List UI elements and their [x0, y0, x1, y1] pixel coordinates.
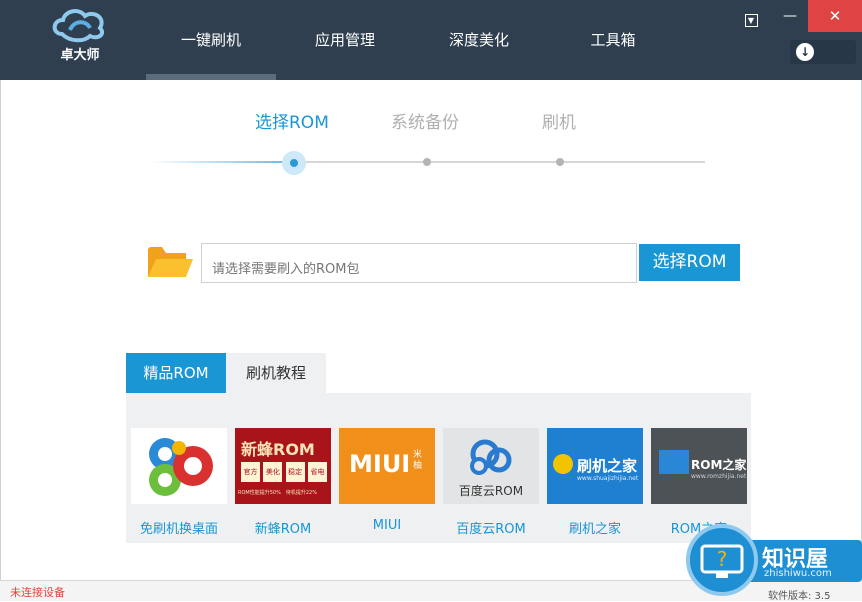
folder-icon[interactable] [146, 243, 194, 281]
watermark-badge: ? 知识屋 zhishiwu.com 软件版本: 3.5 [686, 514, 862, 602]
help-monitor-icon: ? [700, 544, 744, 578]
app-logo-text: 卓大师 [60, 48, 100, 63]
minimize-button[interactable]: — [772, 0, 808, 32]
title-bar: 卓大师 一键刷机 应用管理 深度美化 工具箱 ▼ — ✕ ↓ [0, 0, 862, 80]
tile-label-shuajizhijia[interactable]: 刷机之家 [543, 518, 647, 537]
nav-tab-toolbox[interactable]: 工具箱 [548, 0, 678, 80]
nav-tab-beautify[interactable]: 深度美化 [414, 0, 544, 80]
tile-label-go-launcher[interactable]: 免刷机换桌面 [127, 518, 231, 537]
xinfeng-title: 新蜂ROM [241, 440, 315, 459]
tile-label-xinfeng[interactable]: 新蜂ROM [231, 518, 335, 537]
menu-dropdown-icon: ▼ [744, 14, 758, 27]
miui-sub: 米柚 [413, 450, 423, 471]
step-select-rom: 选择ROM [255, 113, 329, 133]
step-flash: 刷机 [542, 113, 576, 133]
badge-official: 官方 [241, 462, 260, 482]
baidu-title: 百度云ROM [458, 484, 524, 498]
miui-title: MIUI [349, 450, 411, 478]
go-launcher-logo-icon [149, 438, 213, 496]
tile-label-baidu[interactable]: 百度云ROM [439, 518, 543, 537]
romzhijia-house-icon [659, 450, 689, 474]
download-icon: ↓ [796, 43, 814, 61]
tab-featured-rom[interactable]: 精品ROM [126, 353, 226, 393]
watermark-url: zhishiwu.com [764, 568, 832, 579]
shuajizhijia-title: 刷机之家 [577, 457, 638, 475]
rom-tile-go-launcher[interactable] [131, 428, 227, 504]
badge-power: 省电 [307, 462, 327, 482]
menu-button[interactable]: ▼ [738, 2, 764, 34]
rom-tile-baidu[interactable]: 百度云ROM [443, 428, 539, 504]
xinfeng-caption: ROM性能提升50% 待机提升22% [238, 490, 317, 496]
progress-fill [150, 161, 293, 163]
badge-beautify: 美化 [263, 462, 283, 482]
nav-tab-flash[interactable]: 一键刷机 [146, 0, 276, 80]
xinfeng-badges: 官方 美化 稳定 省电 [241, 462, 327, 484]
close-button[interactable]: ✕ [808, 0, 862, 32]
step-dot [556, 158, 564, 166]
svg-text:?: ? [717, 547, 728, 571]
step-system-backup: 系统备份 [391, 113, 459, 133]
rom-path-input[interactable] [201, 243, 637, 283]
watermark-circle: ? [686, 524, 758, 596]
connection-status: 未连接设备 [10, 586, 65, 599]
rom-tile-miui[interactable]: MIUI 米柚 [339, 428, 435, 504]
tab-flash-tutorial[interactable]: 刷机教程 [226, 353, 326, 393]
step-dot [423, 158, 431, 166]
rom-tile-romzhijia[interactable]: ROM之家 www.romzhijia.net [651, 428, 747, 504]
app-logo: 卓大师 [50, 6, 110, 68]
cloud-logo-icon [52, 9, 105, 43]
select-rom-button[interactable]: 选择ROM [639, 244, 740, 281]
rom-tile-shuajizhijia[interactable]: 刷机之家 www.shuajizhijia.net [547, 428, 643, 504]
baidu-cloud-icon [470, 439, 512, 475]
download-button[interactable]: ↓ [790, 40, 856, 64]
romzhijia-caption: www.romzhijia.net [691, 473, 747, 480]
nav-tab-app-manage[interactable]: 应用管理 [280, 0, 410, 80]
step-dot-active [282, 151, 306, 175]
rom-tile-xinfeng[interactable]: 新蜂ROM 官方 美化 稳定 省电 ROM性能提升50% 待机提升22% [235, 428, 331, 504]
romzhijia-title: ROM之家 [691, 458, 747, 472]
version-text: 软件版本: 3.5 [768, 591, 831, 602]
badge-stable: 稳定 [285, 462, 305, 482]
shuajizhijia-caption: www.shuajizhijia.net [577, 475, 639, 482]
shuajizhijia-emblem-icon [553, 454, 573, 474]
tile-label-miui[interactable]: MIUI [335, 518, 439, 533]
